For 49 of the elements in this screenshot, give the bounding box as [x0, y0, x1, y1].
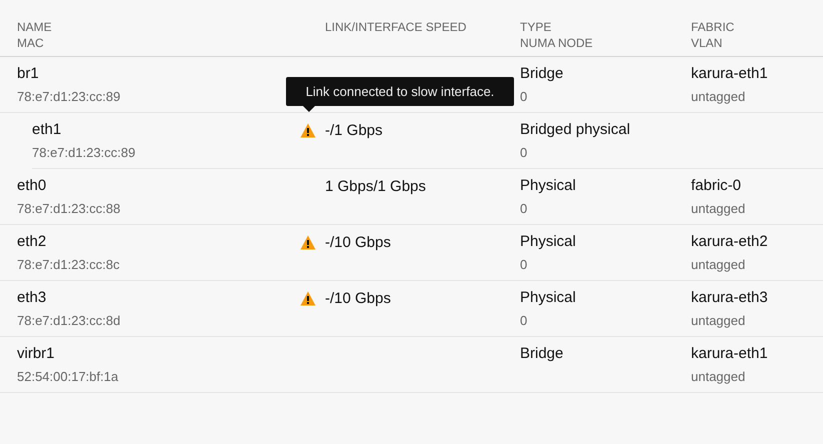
interface-name: br1 [17, 64, 40, 84]
link-speed: -/10 Gbps [325, 290, 391, 307]
interface-type: Bridge [520, 64, 564, 84]
vlan-name: untagged [691, 200, 746, 218]
numa-node-label: 0 [520, 200, 528, 218]
link-speed: -/10 Gbps [325, 234, 391, 251]
interface-name: eth2 [17, 232, 48, 252]
column-header: NAME [17, 19, 52, 35]
interface-name: eth3 [17, 288, 48, 308]
column-subheader: VLAN [691, 35, 722, 51]
mac-address: 78:e7:d1:23:cc:89 [32, 144, 136, 162]
vlan-name: untagged [691, 256, 746, 274]
interface-name: eth0 [17, 176, 48, 196]
column-subheader: MAC [17, 35, 44, 51]
fabric-name: fabric-0 [691, 176, 742, 196]
vlan-name: untagged [691, 312, 746, 330]
numa-node-label: 0 [520, 144, 528, 162]
numa-node-label: 0 [520, 312, 528, 330]
warning-icon [300, 235, 316, 250]
interface-type: Bridge [520, 344, 564, 364]
interface-type: Physical [520, 176, 577, 196]
column-header: FABRIC [691, 19, 734, 35]
interface-type: Physical [520, 288, 577, 308]
link-speed: 1 Gbps/1 Gbps [325, 178, 426, 195]
fabric-name: karura-eth1 [691, 344, 769, 364]
fabric-name: karura-eth3 [691, 288, 769, 308]
mac-address: 78:e7:d1:23:cc:88 [17, 200, 122, 218]
numa-node-label: 0 [520, 88, 528, 106]
tooltip-arrow [303, 106, 315, 112]
mac-address: 52:54:00:17:bf:1a [17, 368, 120, 386]
interface-name: virbr1 [17, 344, 56, 364]
interface-type: Physical [520, 232, 577, 252]
fabric-name: karura-eth2 [691, 232, 769, 252]
mac-address: 78:e7:d1:23:cc:8d [17, 312, 122, 330]
tooltip: Link connected to slow interface. [286, 77, 514, 106]
fabric-name: karura-eth1 [691, 64, 769, 84]
numa-node-label: 0 [520, 256, 528, 274]
interface-name: eth1 [32, 120, 62, 140]
vlan-name: untagged [691, 368, 746, 386]
mac-address: 78:e7:d1:23:cc:8c [17, 256, 121, 274]
column-header: TYPE [520, 19, 552, 35]
interface-type: Bridged physical [520, 120, 632, 140]
link-speed: -/1 Gbps [325, 122, 383, 139]
warning-icon [300, 123, 316, 138]
column-header: LINK/INTERFACE SPEED [325, 19, 466, 35]
vlan-name: untagged [691, 88, 746, 106]
warning-icon [300, 291, 316, 306]
mac-address: 78:e7:d1:23:cc:89 [17, 88, 122, 106]
column-subheader: NUMA NODE [520, 35, 593, 51]
